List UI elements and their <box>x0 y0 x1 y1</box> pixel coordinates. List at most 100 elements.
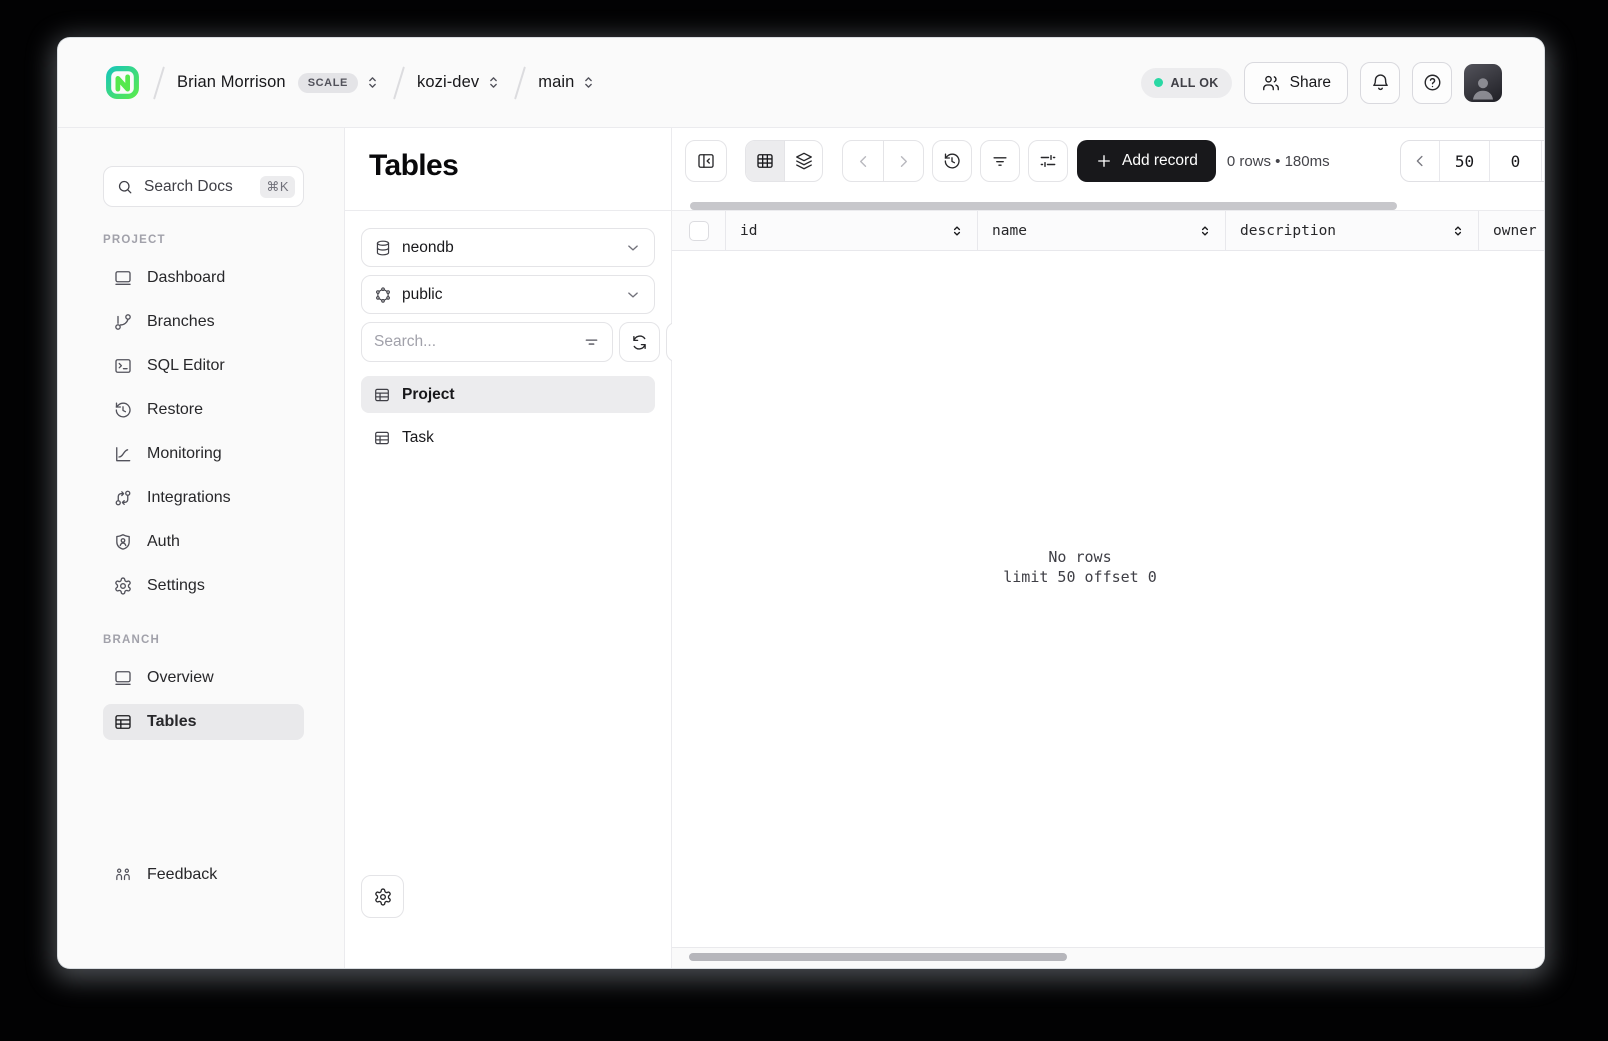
grid-view-icon <box>755 151 775 171</box>
table-icon <box>113 712 133 732</box>
collapse-panel-icon <box>696 151 716 171</box>
sidebar-item-settings[interactable]: Settings <box>103 568 304 604</box>
history-icon <box>942 151 962 171</box>
sidebar-item-label: Restore <box>147 401 204 418</box>
grid-view-button[interactable] <box>746 141 784 181</box>
avatar[interactable] <box>1464 63 1502 102</box>
table-search-box <box>361 322 613 362</box>
columns-settings-button[interactable] <box>1028 140 1068 182</box>
collapse-panel-button[interactable] <box>685 140 727 182</box>
status-badge[interactable]: ALL OK <box>1140 67 1232 98</box>
chart-icon <box>113 444 133 464</box>
neon-logo-icon[interactable] <box>104 64 141 101</box>
database-select-value: neondb <box>402 238 454 256</box>
refresh-tables-button[interactable] <box>619 322 660 362</box>
search-icon <box>116 178 134 196</box>
data-grid-area: Add record 0 rows • 180ms 50 0 id name d… <box>672 128 1544 968</box>
sidebar-item-label: Branches <box>147 313 215 330</box>
add-record-button[interactable]: Add record <box>1077 140 1216 182</box>
layers-icon <box>794 151 814 171</box>
history-button[interactable] <box>932 140 972 182</box>
offset-input[interactable]: 0 <box>1489 141 1541 181</box>
sort-icon <box>949 223 965 239</box>
database-select[interactable]: neondb <box>361 228 655 267</box>
feedback-button[interactable]: Feedback <box>103 857 304 893</box>
query-status: 0 rows • 180ms <box>1226 152 1330 170</box>
gear-icon <box>113 576 133 596</box>
table-list-item-task[interactable]: Task <box>361 419 655 456</box>
share-button[interactable]: Share <box>1243 61 1348 104</box>
page-title: Tables <box>369 149 459 182</box>
add-record-label: Add record <box>1122 152 1198 169</box>
layers-view-button[interactable] <box>784 141 822 181</box>
users-icon <box>1261 73 1281 93</box>
plus-icon <box>1095 152 1113 170</box>
grid-footer-strip <box>672 947 1544 968</box>
sidebar-item-label: Monitoring <box>147 445 222 462</box>
history-nav <box>842 140 924 182</box>
horizontal-scrollbar-top[interactable] <box>690 202 1397 210</box>
feedback-icon <box>113 865 133 885</box>
chevron-left-icon <box>854 152 873 171</box>
redo-button[interactable] <box>883 141 923 181</box>
chevron-down-icon <box>624 239 642 257</box>
chevron-right-icon <box>894 152 913 171</box>
window-icon <box>113 268 133 288</box>
section-label-project: PROJECT <box>103 234 166 246</box>
gear-icon <box>373 887 393 907</box>
next-page-button[interactable] <box>1541 141 1544 181</box>
view-mode-toggle <box>745 140 823 182</box>
refresh-icon <box>630 333 649 352</box>
undo-button[interactable] <box>843 141 883 181</box>
page-size-input[interactable]: 50 <box>1439 141 1489 181</box>
table-search-input[interactable] <box>374 333 574 351</box>
search-docs-button[interactable]: Search Docs ⌘K <box>103 166 304 207</box>
org-switcher-button[interactable] <box>364 74 381 91</box>
table-list-item-project[interactable]: Project <box>361 376 655 413</box>
project-switcher-button[interactable] <box>485 74 502 91</box>
sidebar-item-sql-editor[interactable]: SQL Editor <box>103 348 304 384</box>
schema-select[interactable]: public <box>361 275 655 314</box>
table-name: Task <box>402 428 434 446</box>
sidebar-item-monitoring[interactable]: Monitoring <box>103 436 304 472</box>
grid-header-row: id name description owner <box>672 211 1544 251</box>
sidebar-item-overview[interactable]: Overview <box>103 660 304 696</box>
sidebar-item-integrations[interactable]: Integrations <box>103 480 304 516</box>
prev-page-button[interactable] <box>1401 141 1439 181</box>
sidebar-item-auth[interactable]: Auth <box>103 524 304 560</box>
notifications-button[interactable] <box>1360 61 1400 104</box>
window-icon <box>113 668 133 688</box>
panel-settings-button[interactable] <box>361 875 404 918</box>
sidebar-item-dashboard[interactable]: Dashboard <box>103 260 304 296</box>
share-label: Share <box>1289 73 1331 91</box>
breadcrumb-org[interactable]: Brian Morrison <box>177 73 286 92</box>
sidebar-item-branches[interactable]: Branches <box>103 304 304 340</box>
column-header-id[interactable]: id <box>726 211 978 250</box>
sort-icon <box>1450 223 1466 239</box>
table-name: Project <box>402 385 455 403</box>
column-header-name[interactable]: name <box>978 211 1226 250</box>
select-all-checkbox[interactable] <box>688 220 709 241</box>
app-window: Brian Morrison SCALE kozi-dev main ALL O… <box>58 38 1544 968</box>
sidebar-item-tables[interactable]: Tables <box>103 704 304 740</box>
search-docs-label: Search Docs <box>144 177 233 195</box>
filter-button[interactable] <box>980 140 1020 182</box>
branch-switcher-button[interactable] <box>580 74 597 91</box>
column-header-description[interactable]: description <box>1226 211 1479 250</box>
bell-icon <box>1370 72 1391 93</box>
sidebar-item-label: Tables <box>147 713 197 730</box>
sidebar-item-restore[interactable]: Restore <box>103 392 304 428</box>
horizontal-scrollbar-bottom[interactable] <box>689 953 1067 961</box>
filter-lines-icon[interactable] <box>582 333 601 352</box>
help-button[interactable] <box>1412 61 1452 104</box>
sidebar-item-label: Dashboard <box>147 269 226 286</box>
pagination-control: 50 0 <box>1400 140 1544 182</box>
sidebar: Search Docs ⌘K PROJECT Dashboard Branche… <box>58 128 345 968</box>
section-label-branch: BRANCH <box>103 634 161 646</box>
breadcrumb-divider <box>514 65 527 100</box>
git-branch-icon <box>113 312 133 332</box>
breadcrumb-project[interactable]: kozi-dev <box>417 73 479 92</box>
column-header-owner[interactable]: owner <box>1479 211 1544 250</box>
breadcrumb-branch[interactable]: main <box>538 73 574 92</box>
sidebar-item-label: Auth <box>147 533 180 550</box>
